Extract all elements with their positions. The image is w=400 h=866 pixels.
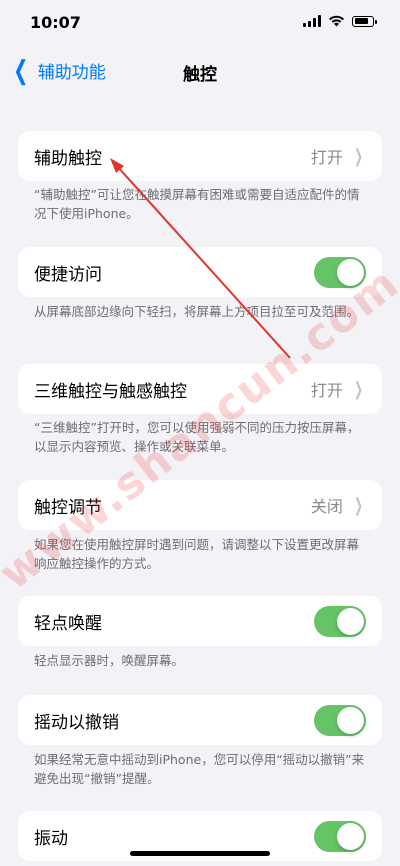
chevron-right-icon: ❯ xyxy=(353,145,363,167)
card-touch-accommodations: 触控调节 关闭 ❯ xyxy=(18,480,382,530)
status-time: 10:07 xyxy=(30,13,81,32)
row-label: 轻点唤醒 xyxy=(34,613,102,634)
chevron-right-icon: ❯ xyxy=(353,378,363,400)
row-reachability: 便捷访问 xyxy=(18,247,382,297)
row-label: 触控调节 xyxy=(34,497,102,518)
row-label: 振动 xyxy=(34,828,68,849)
battery-icon xyxy=(352,15,377,27)
footnote-tap-to-wake: 轻点显示器时，唤醒屏幕。 xyxy=(34,653,185,668)
toggle-knob xyxy=(337,706,364,734)
card-reachability: 便捷访问 xyxy=(18,247,382,297)
status-bar: 10:07 xyxy=(0,0,400,46)
footnote-touch-accommodations: 如果您在使用触控屏时遇到问题，请调整以下设置更改屏幕响应触控操作的方式。 xyxy=(34,537,360,571)
row-label: 三维触控与触感触控 xyxy=(34,381,187,402)
row-haptic-touch[interactable]: 三维触控与触感触控 打开 ❯ xyxy=(18,364,382,414)
page-title: 触控 xyxy=(183,65,217,85)
card-haptic-touch: 三维触控与触感触控 打开 ❯ xyxy=(18,364,382,414)
row-label: 摇动以撤销 xyxy=(34,712,119,733)
cellular-signal-icon xyxy=(303,15,321,27)
wifi-icon xyxy=(329,15,344,27)
row-touch-accommodations[interactable]: 触控调节 关闭 ❯ xyxy=(18,480,382,530)
card-assistive-touch: 辅助触控 打开 ❯ xyxy=(18,131,382,181)
row-value: 关闭 xyxy=(310,497,343,516)
row-tap-to-wake: 轻点唤醒 xyxy=(18,596,382,646)
toggle-knob xyxy=(337,607,364,635)
footnote-assistive-touch: “辅助触控”可让您在触摸屏幕有困难或需要自适应配件的情况下使用iPhone。 xyxy=(34,187,360,221)
status-icons xyxy=(303,15,377,27)
footnote-shake-to-undo: 如果经常无意中摇动到iPhone，您可以停用“摇动以撤销”来避免出现“撤销”提醒… xyxy=(34,752,365,786)
home-indicator[interactable] xyxy=(130,851,270,856)
vibration-toggle[interactable] xyxy=(314,820,366,852)
row-label: 辅助触控 xyxy=(34,148,102,169)
chevron-right-icon: ❯ xyxy=(353,494,363,516)
toggle-knob xyxy=(337,258,364,286)
row-shake-to-undo: 摇动以撤销 xyxy=(18,695,382,745)
row-assistive-touch[interactable]: 辅助触控 打开 ❯ xyxy=(18,131,382,181)
shake-to-undo-toggle[interactable] xyxy=(314,704,366,736)
card-shake-to-undo: 摇动以撤销 xyxy=(18,695,382,745)
card-tap-to-wake: 轻点唤醒 xyxy=(18,596,382,646)
reachability-toggle[interactable] xyxy=(314,256,366,288)
row-value: 打开 xyxy=(310,148,343,167)
tap-to-wake-toggle[interactable] xyxy=(314,605,366,637)
row-value: 打开 xyxy=(310,381,343,400)
row-label: 便捷访问 xyxy=(34,264,102,285)
footnote-haptic-touch: “三维触控”打开时，您可以使用强弱不同的压力按压屏幕，以显示内容预览、操作或关联… xyxy=(34,420,360,454)
nav-bar: ❮ 辅助功能 触控 xyxy=(0,52,400,90)
footnote-reachability: 从屏幕底部边缘向下轻扫，将屏幕上方项目拉至可及范围。 xyxy=(34,304,360,319)
toggle-knob xyxy=(337,822,364,850)
